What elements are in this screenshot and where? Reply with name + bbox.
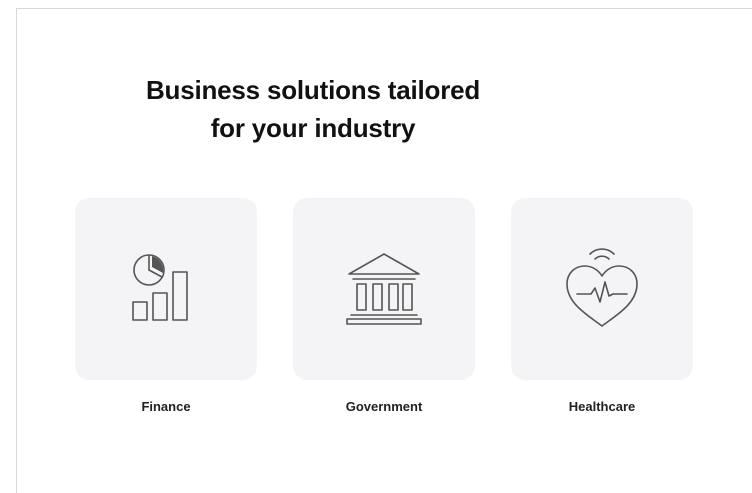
industry-item-healthcare[interactable]: Healthcare [511, 198, 693, 414]
content-frame: Business solutions tailored for your ind… [16, 8, 752, 493]
heart-pulse-icon [566, 248, 638, 327]
finance-card[interactable] [75, 198, 257, 380]
industry-item-finance[interactable]: Finance [75, 198, 257, 414]
finance-label[interactable]: Finance [75, 399, 257, 414]
government-building-icon [346, 253, 422, 325]
title-line-2: for your industry [210, 113, 416, 143]
title-line-1: Business solutions tailored [145, 75, 481, 105]
healthcare-card[interactable] [511, 198, 693, 380]
finance-chart-icon [132, 254, 188, 321]
healthcare-label[interactable]: Healthcare [511, 399, 693, 414]
government-label[interactable]: Government [293, 399, 475, 414]
industry-item-government[interactable]: Government [293, 198, 475, 414]
government-card[interactable] [293, 198, 475, 380]
page-title: Business solutions tailored for your ind… [113, 71, 513, 147]
